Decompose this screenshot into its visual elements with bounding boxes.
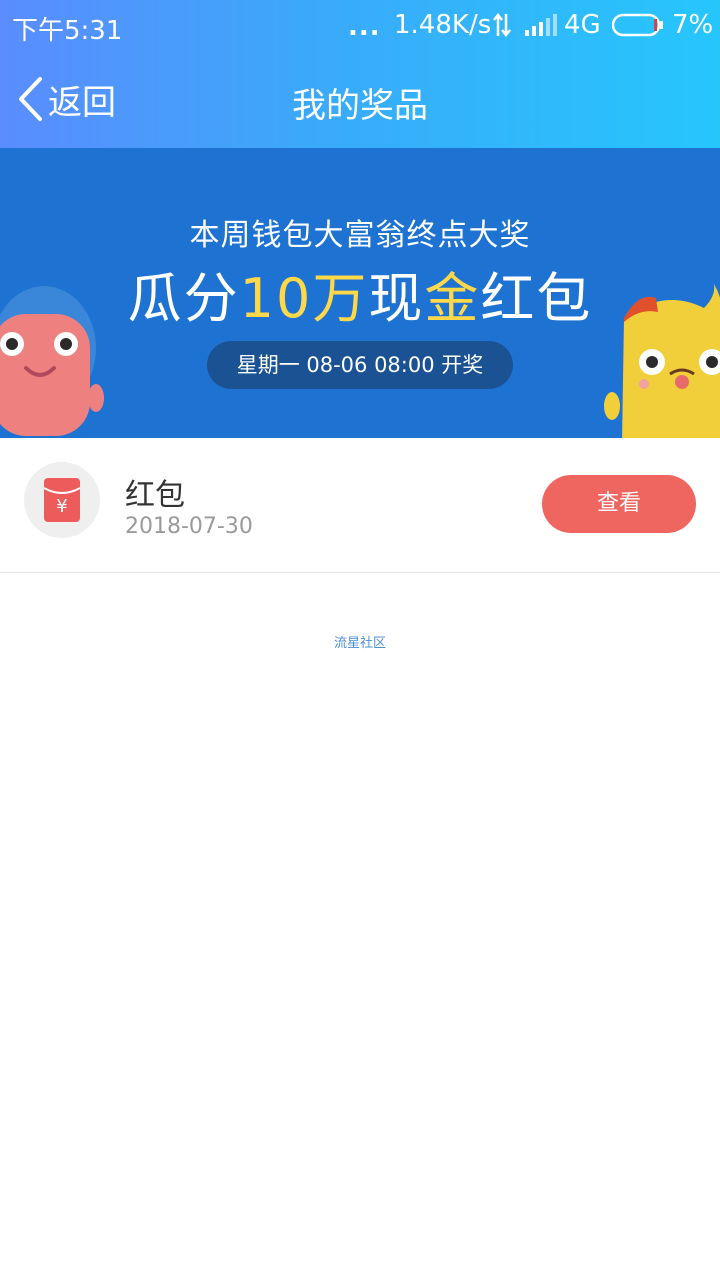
headline-mid: 现 <box>368 267 425 330</box>
prize-date: 2018-07-30 <box>125 514 253 539</box>
prize-avatar: ¥ <box>24 462 100 538</box>
envelope-glyph: ¥ <box>56 496 67 517</box>
data-transfer-icon <box>493 12 511 38</box>
watermark-label: 流星社区 <box>333 636 386 651</box>
status-network-type: 4G <box>564 10 601 40</box>
prize-name: 红包 <box>125 478 185 513</box>
status-more-dots: ... <box>348 12 381 42</box>
headline-prefix: 瓜分 <box>127 267 240 330</box>
draw-schedule-badge: 星期一 08-06 08:00 开奖 <box>207 341 513 389</box>
banner-subtitle: 本周钱包大富翁终点大奖 <box>189 218 531 253</box>
page-title: 我的奖品 <box>292 86 428 126</box>
headline-amount: 10万 <box>239 267 369 330</box>
app-header: 下午5:31 ... 1.48K/s 4G 7% 返回 我的奖品 <box>0 0 720 148</box>
status-network-speed: 1.48K/s <box>394 10 492 40</box>
yellow-mascot-icon <box>604 284 720 438</box>
status-battery-percent: 7% <box>672 10 714 40</box>
promo-banner[interactable]: 本周钱包大富翁终点大奖 瓜分10万现金红包 星期一 08-06 08:00 开奖 <box>0 148 720 438</box>
battery-icon <box>612 13 663 37</box>
nav-bar: 返回 我的奖品 <box>0 60 720 140</box>
prize-list-item: ¥ 红包 2018-07-30 查看 <box>0 438 720 573</box>
signal-icon <box>525 14 557 36</box>
headline-suffix: 红包 <box>480 267 593 330</box>
red-envelope-icon: ¥ <box>44 478 80 522</box>
status-time: 下午5:31 <box>12 16 123 46</box>
status-bar: 下午5:31 ... 1.48K/s 4G 7% <box>0 0 720 50</box>
headline-gold: 金 <box>424 267 481 330</box>
view-button[interactable]: 查看 <box>542 475 696 533</box>
